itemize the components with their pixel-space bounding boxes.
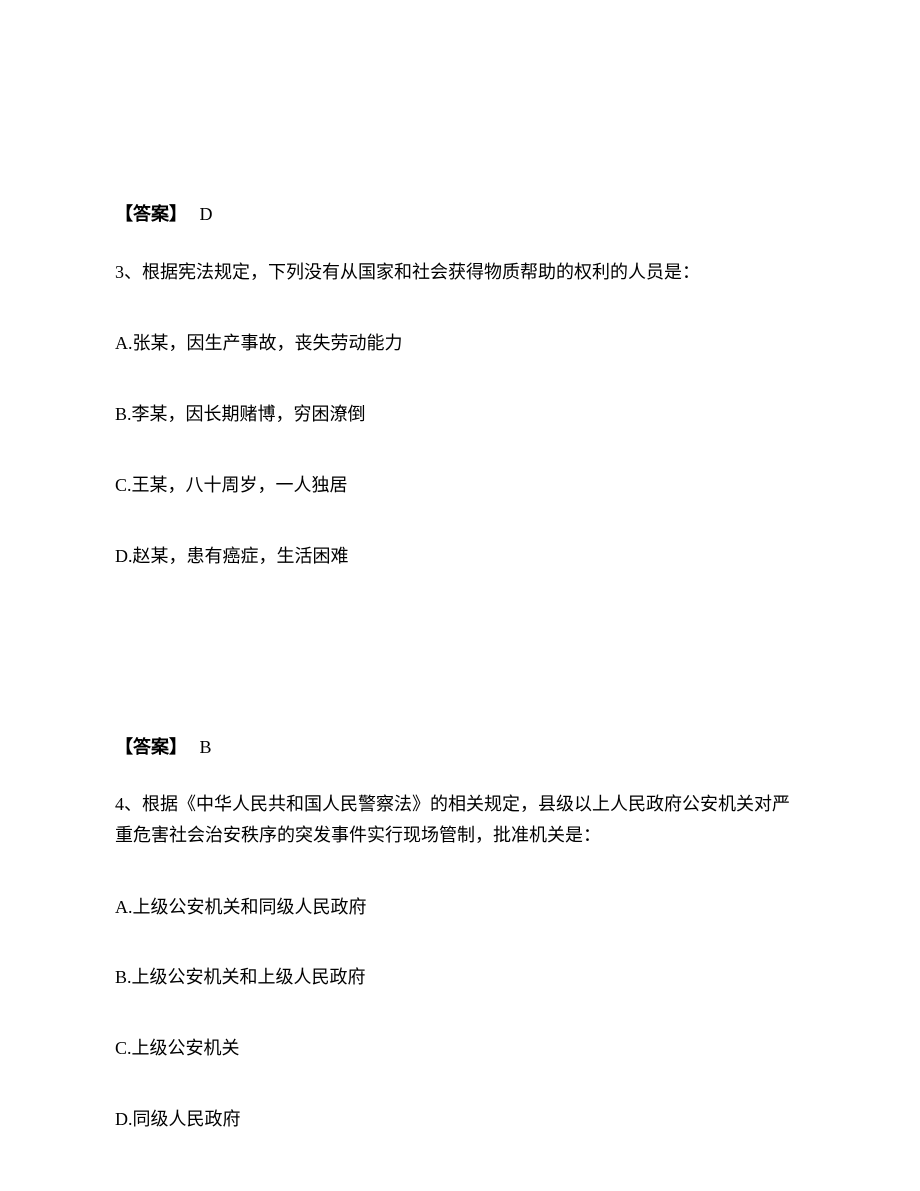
- q4-option-b: B.上级公安机关和上级人民政府: [115, 963, 805, 992]
- q2-answer: 【答案】 D: [115, 200, 805, 229]
- q3-answer-value: B: [200, 737, 212, 757]
- q2-answer-label: 【答案】: [115, 204, 187, 224]
- q4-stem: 4、根据《中华人民共和国人民警察法》的相关规定，县级以上人民政府公安机关对严重危…: [115, 789, 805, 850]
- q3-answer: 【答案】 B: [115, 733, 805, 762]
- q3-option-b: B.李某，因长期赌博，穷困潦倒: [115, 400, 805, 429]
- spacer: [115, 613, 805, 733]
- q4-option-c: C.上级公安机关: [115, 1034, 805, 1063]
- q3-option-a: A.张某，因生产事故，丧失劳动能力: [115, 329, 805, 358]
- q3-option-d: D.赵某，患有癌症，生活困难: [115, 542, 805, 571]
- q2-answer-value: D: [200, 204, 213, 224]
- q3-stem: 3、根据宪法规定，下列没有从国家和社会获得物质帮助的权利的人员是：: [115, 257, 805, 288]
- q3-answer-label: 【答案】: [115, 737, 187, 757]
- q4-option-d: D.同级人民政府: [115, 1105, 805, 1134]
- q3-option-c: C.王某，八十周岁，一人独居: [115, 471, 805, 500]
- q4-option-a: A.上级公安机关和同级人民政府: [115, 893, 805, 922]
